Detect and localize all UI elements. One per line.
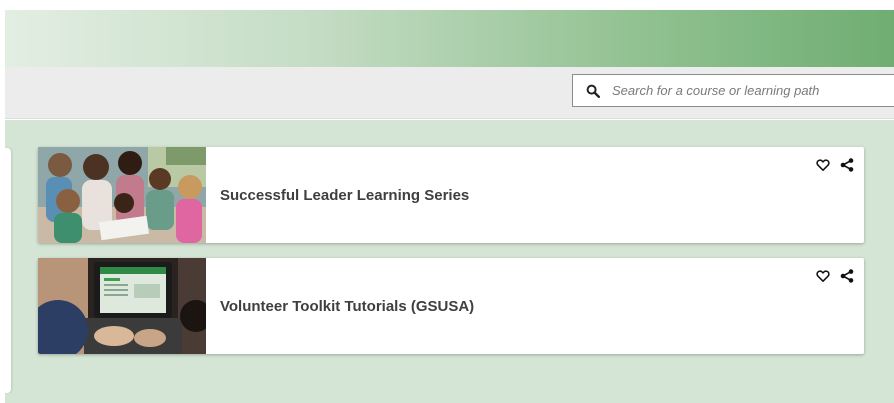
toolbar [5,67,894,119]
header-banner [5,10,894,67]
share-icon[interactable] [840,158,854,172]
course-thumbnail[interactable] [38,147,206,243]
course-list-area: Successful Leader Learning Series Volunt… [5,120,894,403]
course-title[interactable]: Volunteer Toolkit Tutorials (GSUSA) [220,258,474,354]
card-actions [816,269,854,283]
card-actions [816,158,854,172]
heart-icon[interactable] [816,269,830,283]
side-panel-edge [5,148,11,393]
share-icon[interactable] [840,269,854,283]
heart-icon[interactable] [816,158,830,172]
search-box[interactable] [572,74,894,107]
search-icon[interactable] [586,84,600,98]
course-card[interactable]: Successful Leader Learning Series [38,147,864,243]
course-card[interactable]: Volunteer Toolkit Tutorials (GSUSA) [38,258,864,354]
course-title[interactable]: Successful Leader Learning Series [220,147,469,243]
search-input[interactable] [612,83,872,98]
course-thumbnail[interactable] [38,258,206,354]
